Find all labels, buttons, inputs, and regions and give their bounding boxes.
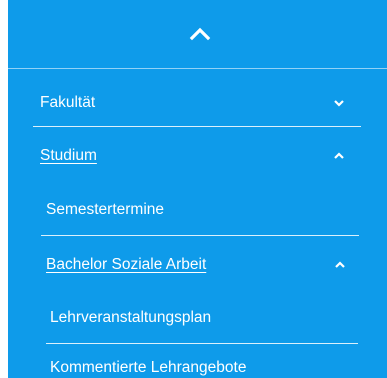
divider xyxy=(41,235,359,236)
nav-item-label: Bachelor Soziale Arbeit xyxy=(46,256,207,273)
nav-item-label: Fakultät xyxy=(40,94,96,111)
nav-item-bachelor-soziale-arbeit[interactable]: Bachelor Soziale Arbeit xyxy=(8,246,387,286)
chevron-up-icon xyxy=(189,27,211,41)
chevron-up-icon[interactable] xyxy=(334,261,346,269)
chevron-down-icon[interactable] xyxy=(333,99,345,107)
nav-item-label: Studium xyxy=(40,147,97,164)
divider xyxy=(46,343,358,344)
chevron-up-icon[interactable] xyxy=(333,152,345,160)
nav-item-label: Semestertermine xyxy=(46,201,165,218)
nav-item-label: Lehrveranstaltungsplan xyxy=(50,309,212,326)
nav-item-studium[interactable]: Studium xyxy=(8,137,387,177)
nav-item-lehrveranstaltungsplan[interactable]: Lehrveranstaltungsplan xyxy=(8,300,387,340)
mobile-nav-menu: Fakultät Studium Semestertermine Bachelo… xyxy=(8,0,387,378)
collapse-menu-button[interactable] xyxy=(8,0,387,68)
nav-item-semestertermine[interactable]: Semestertermine xyxy=(8,191,387,231)
nav-item-fakultaet[interactable]: Fakultät xyxy=(8,86,387,126)
nav-item-label: Kommentierte Lehrangebote xyxy=(50,359,247,376)
menu-header-bar xyxy=(8,0,387,69)
divider xyxy=(33,126,361,127)
nav-item-kommentierte-lehrangebote[interactable]: Kommentierte Lehrangebote xyxy=(8,352,387,378)
